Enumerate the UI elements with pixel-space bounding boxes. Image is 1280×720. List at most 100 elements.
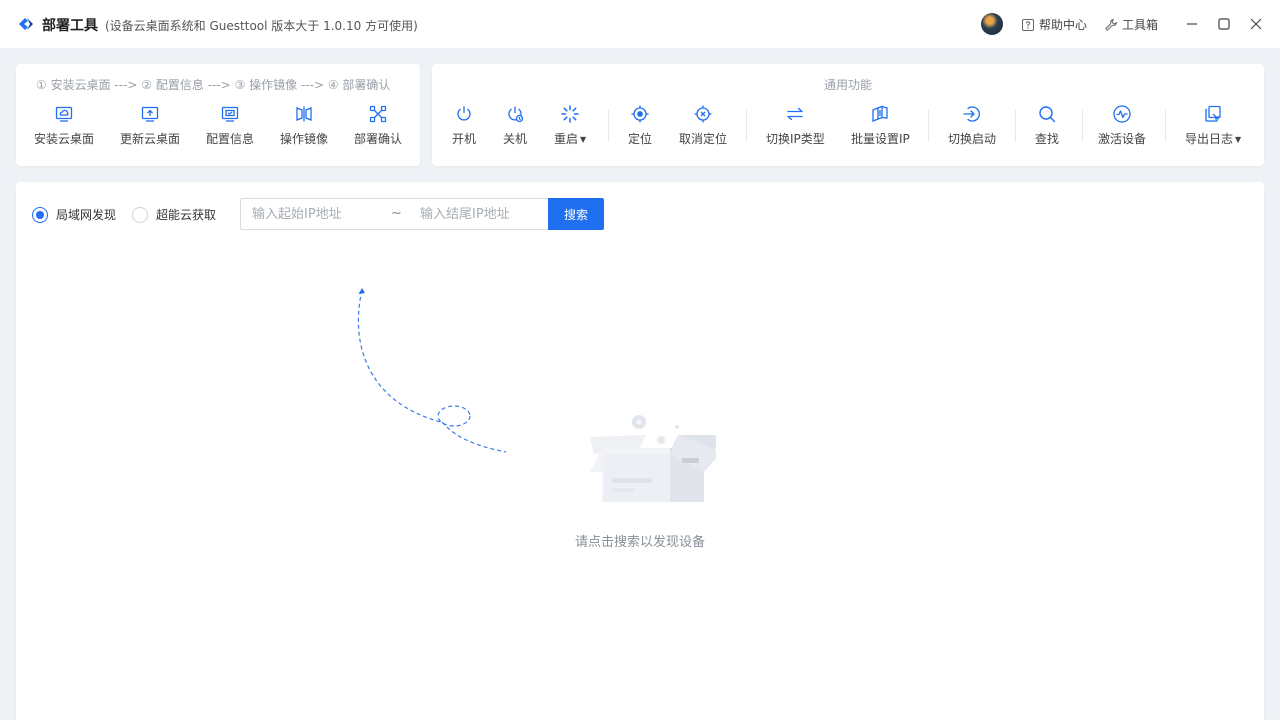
- toolbox-label: 工具箱: [1122, 18, 1159, 32]
- update-desktop-button[interactable]: 更新云桌面: [120, 104, 180, 147]
- activate-device-icon: [1113, 105, 1131, 123]
- power-on-button[interactable]: 开机: [452, 104, 476, 147]
- switch-boot-icon: [963, 106, 980, 122]
- cancel-locate-button[interactable]: 取消定位: [679, 104, 727, 147]
- maximize-icon: [1218, 18, 1230, 30]
- power-on-icon: [457, 106, 471, 121]
- restart-dropdown-caret-icon[interactable]: ▼: [580, 135, 586, 144]
- step-1: ① 安装云桌面: [36, 78, 111, 92]
- toolbar-divider: [608, 110, 609, 142]
- batch-ip-label: 批量设置IP: [851, 132, 910, 146]
- float-dot: [636, 419, 642, 425]
- step-2: ② 配置信息: [141, 78, 204, 92]
- start-ip-input[interactable]: [252, 199, 382, 229]
- config-info-button[interactable]: 配置信息: [206, 104, 254, 147]
- batch-ip-button[interactable]: 批量设置IP: [851, 104, 910, 147]
- dashed-path: [441, 421, 507, 453]
- activate-device-button[interactable]: 激活设备: [1098, 104, 1146, 147]
- close-icon: [1250, 18, 1262, 30]
- step-arrow: --->: [300, 78, 325, 92]
- export-log-dropdown-caret-icon[interactable]: ▼: [1235, 135, 1241, 144]
- switch-ip-type-icon: [787, 107, 804, 121]
- mode-lan-discovery-radio[interactable]: 局域网发现: [32, 206, 116, 223]
- locate-button[interactable]: 定位: [628, 104, 652, 147]
- app-logo-icon: [19, 18, 33, 30]
- app-title: 部署工具: [42, 18, 98, 34]
- float-dot: [675, 425, 679, 429]
- step-arrow: --->: [207, 78, 231, 92]
- power-off-label: 关机: [503, 132, 528, 146]
- mode-cloud-fetch-label: 超能云获取: [156, 208, 217, 222]
- export-log-label: 导出日志: [1185, 132, 1234, 146]
- switch-ip-type-label: 切换IP类型: [766, 132, 825, 146]
- toolbox-link[interactable]: 工具箱: [1104, 16, 1158, 33]
- app-subtitle: (设备云桌面系统和 Guesttool 版本大于 1.0.10 方可使用): [105, 19, 418, 33]
- activate-device-label: 激活设备: [1098, 132, 1147, 146]
- minimize-icon: [1187, 23, 1197, 25]
- find-label: 查找: [1035, 132, 1060, 146]
- install-desktop-button[interactable]: 安装云桌面: [34, 104, 94, 147]
- close-button[interactable]: [1246, 14, 1266, 34]
- mirror-icon: [296, 106, 312, 122]
- dashed-path: [357, 289, 442, 423]
- box-label-line: [612, 478, 652, 483]
- export-log-icon: [1205, 105, 1221, 122]
- batch-ip-icon: [872, 105, 889, 122]
- ip-range-field: ~: [240, 198, 548, 230]
- power-on-label: 开机: [452, 132, 477, 146]
- help-center-label: 帮助中心: [1039, 18, 1088, 32]
- help-icon: [1022, 18, 1034, 31]
- search-button[interactable]: 搜索: [548, 198, 604, 230]
- restart-button[interactable]: 重启 ▼: [554, 104, 586, 147]
- box-side-label: [682, 458, 699, 463]
- end-ip-input[interactable]: [420, 199, 545, 229]
- maximize-button[interactable]: [1214, 14, 1234, 34]
- toolbar-divider: [746, 110, 747, 142]
- deploy-confirm-icon: [369, 105, 387, 123]
- deploy-confirm-label: 部署确认: [354, 132, 403, 146]
- wrench-icon: [1105, 18, 1117, 31]
- toolbar-divider: [928, 110, 929, 142]
- switch-boot-label: 切换启动: [948, 132, 997, 146]
- common-functions-panel: 通用功能 开机 关机 重启 ▼ 定位 取消定位 切换IP类型 批量设置IP 切换…: [432, 64, 1264, 166]
- minimize-button[interactable]: [1182, 14, 1202, 34]
- mirror-button[interactable]: 操作镜像: [280, 104, 328, 147]
- cancel-locate-label: 取消定位: [679, 132, 728, 146]
- step-3: ③ 操作镜像: [234, 78, 298, 92]
- config-info-icon: [221, 106, 239, 122]
- help-center-link[interactable]: 帮助中心: [1021, 16, 1087, 33]
- find-button[interactable]: 查找: [1035, 104, 1059, 147]
- power-off-button[interactable]: 关机: [503, 104, 527, 147]
- config-info-label: 配置信息: [206, 132, 255, 146]
- restart-icon: [561, 105, 579, 123]
- restart-label: 重启: [554, 132, 579, 146]
- ip-range-separator: ~: [391, 206, 402, 221]
- toolbar-divider: [1082, 110, 1083, 142]
- step-arrow: --->: [114, 78, 138, 92]
- toolbar-divider: [1165, 110, 1166, 142]
- empty-box-illustration: [357, 288, 716, 502]
- deploy-panel: ① 安装云桌面 ---> ② 配置信息 ---> ③ 操作镜像 ---> ④ 部…: [16, 64, 420, 166]
- locate-icon: [631, 105, 649, 123]
- toolbar-divider: [1015, 110, 1016, 142]
- radio-unchecked-icon: [132, 206, 148, 223]
- install-desktop-label: 安装云桌面: [34, 132, 95, 146]
- find-icon: [1039, 106, 1056, 123]
- mode-cloud-fetch-radio[interactable]: 超能云获取: [132, 206, 216, 223]
- title-bar: 部署工具 (设备云桌面系统和 Guesttool 版本大于 1.0.10 方可使…: [0, 0, 1280, 48]
- float-dot: [657, 436, 665, 444]
- cancel-locate-icon: [694, 105, 712, 123]
- mirror-label: 操作镜像: [280, 132, 329, 146]
- export-log-button[interactable]: 导出日志 ▼: [1185, 104, 1241, 147]
- user-avatar[interactable]: [981, 13, 1003, 35]
- mode-lan-discovery-label: 局域网发现: [56, 208, 117, 222]
- install-desktop-icon: [55, 106, 73, 122]
- radio-checked-icon: [32, 206, 48, 223]
- switch-boot-button[interactable]: 切换启动: [948, 104, 996, 147]
- deploy-confirm-button[interactable]: 部署确认: [354, 104, 402, 147]
- update-desktop-icon: [141, 106, 159, 122]
- arrow-head-icon: [358, 288, 365, 294]
- switch-ip-type-button[interactable]: 切换IP类型: [766, 104, 825, 147]
- box-label-line: [612, 488, 634, 492]
- empty-state-message: 请点击搜索以发现设备: [574, 535, 705, 550]
